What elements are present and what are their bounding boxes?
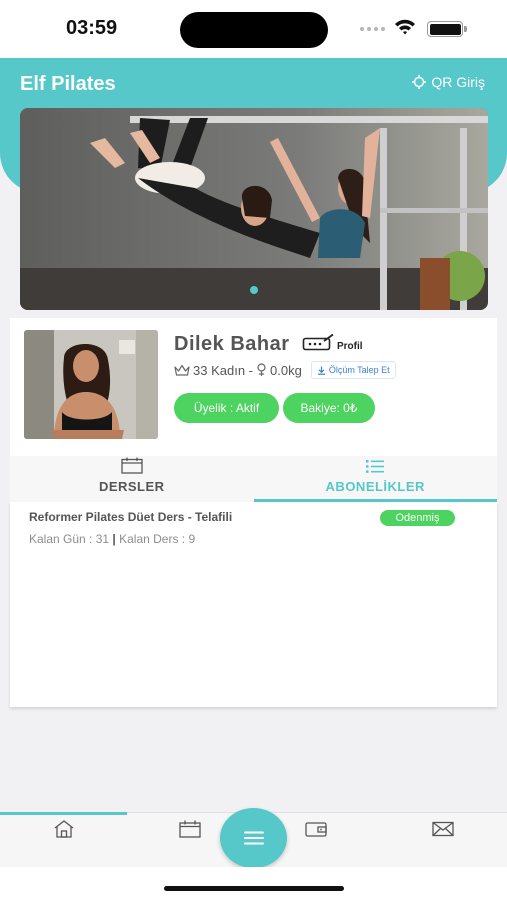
download-icon: [317, 366, 325, 375]
avatar: [24, 330, 158, 439]
user-meta: 33 Kadın - 0.0kg Ölçüm Talep Et: [174, 361, 396, 379]
qr-login-label: QR Giriş: [431, 74, 485, 90]
tab-subscriptions[interactable]: ABONELİKLER: [253, 456, 498, 502]
tab-subscriptions-label: ABONELİKLER: [325, 479, 425, 494]
mail-icon[interactable]: [432, 820, 454, 838]
tab-lessons-label: DERSLER: [98, 479, 165, 494]
menu-icon: [243, 831, 264, 845]
nav-active-indicator: [0, 812, 127, 815]
home-indicator[interactable]: [164, 886, 344, 891]
qr-scan-icon: [412, 75, 427, 89]
remaining-lessons: Kalan Ders : 9: [119, 532, 196, 546]
dynamic-island: [180, 12, 328, 48]
banner-carousel[interactable]: [20, 108, 488, 310]
crown-icon: [174, 364, 190, 376]
user-age-gender: 33 Kadın -: [193, 362, 253, 378]
home-indicator-area: [0, 867, 507, 900]
membership-status-button[interactable]: Üyelik : Aktif: [174, 393, 279, 423]
calendar-icon[interactable]: [179, 820, 201, 838]
status-time: 03:59: [66, 17, 118, 39]
battery-icon: [427, 21, 467, 37]
edit-profile-icon: [302, 334, 334, 351]
avatar-image: [24, 330, 158, 439]
list-icon: [366, 460, 385, 473]
carousel-indicator[interactable]: [250, 286, 258, 294]
user-name: Dilek Bahar: [174, 333, 290, 355]
profile-button[interactable]: Profil: [302, 334, 363, 352]
detail-separator: |: [112, 532, 116, 546]
tab-lessons[interactable]: DERSLER: [10, 456, 254, 502]
signal-icon: [360, 27, 385, 31]
user-weight: 0.0kg: [270, 362, 302, 378]
measurement-request-label: Ölçüm Talep Et: [328, 365, 390, 375]
status-badge: Odenmiş: [380, 510, 455, 526]
profile-label: Profil: [337, 341, 363, 352]
calendar-icon: [121, 457, 143, 474]
qr-login-button[interactable]: QR Giriş: [412, 74, 485, 90]
remaining-days: Kalan Gün : 31: [29, 532, 110, 546]
subscription-details: Kalan Gün : 31 | Kalan Ders : 9: [29, 532, 195, 546]
measurement-request-button[interactable]: Ölçüm Talep Et: [310, 361, 396, 379]
tab-bar: DERSLER ABONELİKLER: [10, 456, 497, 502]
wallet-icon[interactable]: [305, 820, 327, 838]
home-icon[interactable]: [53, 820, 75, 838]
subscription-title[interactable]: Reformer Pilates Düet Ders - Telafili: [29, 510, 232, 524]
balance-button[interactable]: Bakiye: 0₺: [283, 393, 375, 423]
banner-image: [20, 108, 488, 310]
wifi-icon: [395, 19, 415, 35]
weight-icon: [257, 363, 266, 376]
app-title: Elf Pilates: [20, 73, 116, 95]
menu-button[interactable]: [220, 808, 287, 868]
